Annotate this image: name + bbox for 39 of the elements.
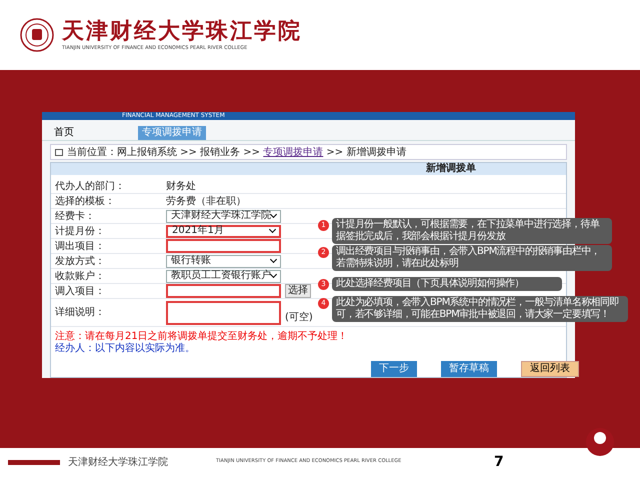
- field-label: 调入项目：: [54, 284, 106, 298]
- callout-tooltip: 此处为必填项，会带入BPM系统中的情况栏，一般与清单名称相同即可，若不够详细，可能在BPM审批中被退回，请大家一定要填写！: [332, 296, 628, 322]
- input-field[interactable]: [166, 284, 281, 298]
- form-header: 新增调拨单: [51, 163, 566, 175]
- home-icon: [55, 148, 63, 156]
- field-label: 计提月份：: [54, 224, 106, 238]
- footer-bar: [8, 460, 60, 464]
- form-button[interactable]: 返回列表: [521, 361, 579, 377]
- callout-tooltip: 计提月份一般默认，可根据需要，在下拉菜单中进行选择，待单据签批完成后，我部会根据计提月份发放: [332, 218, 612, 244]
- breadcrumb-link[interactable]: 专项调拨申请: [263, 146, 324, 158]
- field-value: 劳务费（非在职）: [166, 194, 246, 208]
- dropdown[interactable]: 银行转账: [166, 254, 281, 268]
- select-button[interactable]: 选择: [285, 284, 311, 298]
- input-field[interactable]: [166, 239, 281, 253]
- college-emblem-icon: [20, 18, 54, 52]
- field-label: 调出项目：: [54, 240, 106, 254]
- field-label: 详细说明：: [54, 306, 106, 320]
- breadcrumb: 当前位置：网上报销系统 >> 报销业务 >> 专项调拨申请 >> 新增调拨申请: [67, 146, 406, 160]
- field-label: 收款账户：: [54, 270, 106, 284]
- dropdown[interactable]: 天津财经大学珠江学院: [166, 210, 281, 222]
- dropdown[interactable]: 2021年1月: [166, 224, 281, 238]
- field-value: 财务处: [166, 180, 196, 194]
- field-label: 代办人的部门：: [54, 180, 126, 194]
- callout-tooltip: 此处选择经费项目（下页具体说明如何操作）: [332, 277, 562, 291]
- page-number: 7: [494, 452, 504, 472]
- college-name: 天津财经大学珠江学院: [62, 20, 302, 42]
- field-label: 发放方式：: [54, 254, 106, 268]
- textarea-field[interactable]: [166, 300, 281, 324]
- callout-tooltip: 调出经费项目与报销事由，会带入BPM流程中的报销事由栏中，若需特殊说明，请在此处标明: [332, 245, 612, 271]
- dropdown[interactable]: 教职员工工资银行账户: [166, 270, 281, 282]
- form-button[interactable]: 下一步: [371, 361, 417, 377]
- footer-college-name: 天津财经大学珠江学院: [68, 456, 169, 470]
- tab[interactable]: 首页: [50, 126, 78, 140]
- field-label: 选择的模板：: [54, 194, 116, 208]
- optional-note: (可空): [285, 310, 313, 324]
- form-button[interactable]: 暂存草稿: [441, 361, 497, 377]
- warning-text: 注意：请在每月21日之前将调拨单提交至财务处，逾期不予处理！: [54, 331, 348, 342]
- field-label: 经费卡：: [54, 210, 96, 224]
- info-text: 经办人：以下内容以实际为准。: [54, 343, 195, 355]
